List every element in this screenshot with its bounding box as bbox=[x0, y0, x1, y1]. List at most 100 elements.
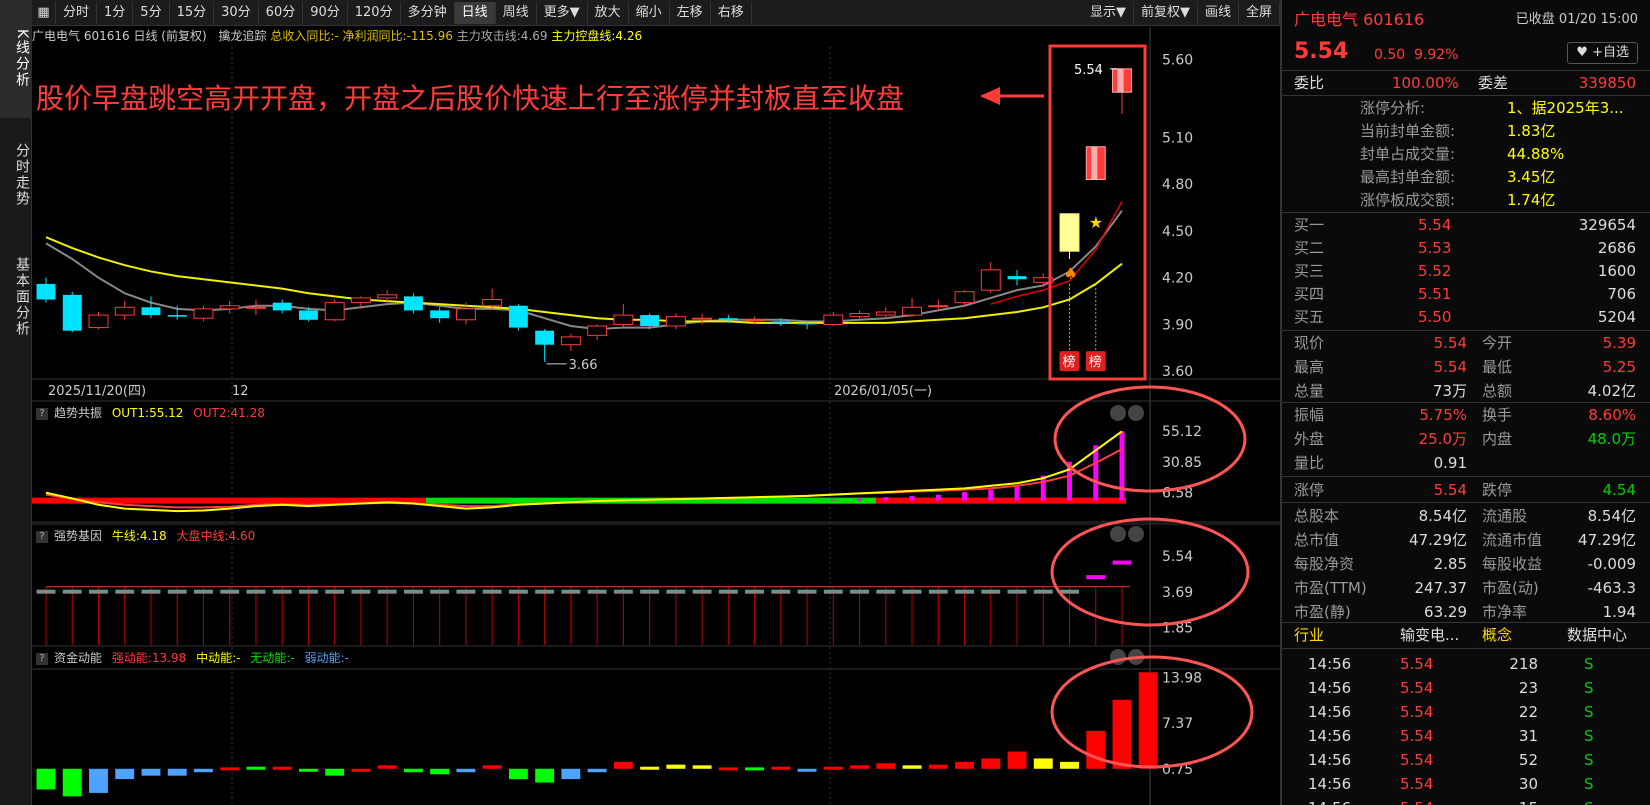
candle[interactable] bbox=[587, 325, 608, 336]
candle[interactable] bbox=[219, 305, 240, 310]
period-button-15[interactable]: 右移 bbox=[711, 1, 752, 24]
candle[interactable] bbox=[377, 294, 398, 299]
candle[interactable] bbox=[350, 297, 371, 304]
quote-label: 涨停 bbox=[1294, 481, 1325, 499]
candle[interactable] bbox=[1007, 276, 1027, 280]
candle[interactable] bbox=[797, 322, 817, 325]
candle[interactable] bbox=[875, 311, 896, 316]
period-button-10[interactable]: 周线 bbox=[496, 1, 537, 24]
candle[interactable] bbox=[403, 296, 423, 311]
quote-value: 8.54亿 bbox=[1587, 507, 1636, 525]
quote-row: 市盈(静) 63.29 市净率 1.94 bbox=[1282, 600, 1650, 624]
industry-tab-2[interactable]: 概念 bbox=[1482, 623, 1512, 647]
date-label: 12 bbox=[232, 384, 249, 399]
tick-volume: 30 bbox=[1518, 775, 1538, 793]
help-icon[interactable]: ? bbox=[36, 530, 48, 543]
gear-icon[interactable] bbox=[1110, 405, 1126, 421]
candle[interactable] bbox=[823, 314, 844, 325]
candle[interactable] bbox=[849, 313, 870, 318]
industry-tab-0[interactable]: 行业 bbox=[1294, 623, 1324, 647]
candle[interactable] bbox=[141, 307, 161, 316]
close-icon[interactable] bbox=[1128, 526, 1144, 542]
period-button-9[interactable]: 日线 bbox=[454, 1, 496, 24]
toolbar-right-button-2[interactable]: 画线 bbox=[1198, 1, 1239, 24]
candle[interactable] bbox=[482, 299, 503, 307]
candle[interactable] bbox=[508, 305, 528, 328]
candle[interactable] bbox=[324, 302, 345, 321]
period-button-12[interactable]: 放大 bbox=[588, 1, 629, 24]
fund-bar bbox=[718, 767, 738, 771]
quote-label: 跌停 bbox=[1482, 481, 1513, 499]
candle[interactable] bbox=[771, 321, 791, 323]
candle[interactable] bbox=[560, 336, 581, 346]
tab-kline-analysis[interactable]: K线分析 bbox=[0, 0, 32, 118]
quote-row: 外盘 25.0万 内盘 48.0万 bbox=[1282, 427, 1650, 451]
candle[interactable] bbox=[114, 306, 135, 316]
candle[interactable] bbox=[744, 319, 765, 322]
candle[interactable] bbox=[665, 316, 686, 327]
period-button-4[interactable]: 30分 bbox=[214, 1, 259, 24]
candle[interactable] bbox=[430, 310, 450, 319]
candle[interactable] bbox=[613, 314, 634, 325]
period-button-5[interactable]: 60分 bbox=[259, 1, 304, 24]
fund-bar bbox=[62, 768, 82, 797]
close-icon[interactable] bbox=[1128, 405, 1144, 421]
candle[interactable] bbox=[640, 315, 660, 327]
candle[interactable] bbox=[272, 302, 292, 311]
chart-area: 广电电气 601616 日线 (前复权) 擒龙追踪 总收入同比:- 净利润同比:… bbox=[32, 27, 1280, 805]
toolbar-right-button-1[interactable]: 前复权▼ bbox=[1134, 1, 1198, 24]
candle[interactable] bbox=[36, 283, 56, 300]
candle[interactable] bbox=[88, 314, 109, 329]
limit-up-label: 涨停板成交额: bbox=[1360, 191, 1456, 209]
gear-icon[interactable] bbox=[1110, 526, 1126, 542]
fund-bar bbox=[771, 766, 791, 770]
trend-bar bbox=[830, 499, 836, 501]
period-button-13[interactable]: 缩小 bbox=[629, 1, 670, 24]
tab-fundamentals[interactable]: 基本面分析 bbox=[0, 232, 32, 362]
candle[interactable] bbox=[902, 306, 922, 316]
candle[interactable] bbox=[980, 269, 1001, 291]
candle[interactable] bbox=[1059, 213, 1080, 252]
tick-side: S bbox=[1584, 796, 1594, 805]
period-button-7[interactable]: 120分 bbox=[348, 1, 401, 24]
tick-time: 14:56 bbox=[1308, 751, 1352, 769]
candle[interactable] bbox=[298, 310, 318, 320]
add-watchlist-button[interactable]: ♥ +自选 bbox=[1567, 42, 1638, 64]
help-icon[interactable]: ? bbox=[36, 407, 48, 420]
fund-bar bbox=[902, 765, 922, 769]
period-button-2[interactable]: 5分 bbox=[133, 1, 170, 24]
tick-side: S bbox=[1584, 655, 1594, 673]
tab-intraday[interactable]: 分时走势 bbox=[0, 120, 32, 230]
gene-bar bbox=[1086, 575, 1106, 580]
toolbar-right-button-0[interactable]: 显示▼ bbox=[1083, 1, 1134, 24]
period-button-11[interactable]: 更多▼ bbox=[537, 1, 588, 24]
candle[interactable] bbox=[718, 318, 738, 320]
bang-badge-label: 榜 bbox=[1063, 354, 1076, 370]
industry-tab-3[interactable]: 数据中心 bbox=[1567, 623, 1627, 647]
industry-tab-1[interactable]: 输变电... bbox=[1400, 623, 1459, 647]
low-price-label: 3.66 bbox=[569, 358, 598, 373]
candle[interactable] bbox=[167, 315, 187, 317]
period-button-1[interactable]: 1分 bbox=[97, 1, 134, 24]
candle[interactable] bbox=[193, 308, 214, 319]
bid-price: 5.54 bbox=[1418, 216, 1452, 234]
period-button-8[interactable]: 多分钟 bbox=[401, 1, 455, 24]
fund-bar bbox=[928, 764, 948, 769]
candle[interactable] bbox=[692, 317, 713, 320]
period-button-3[interactable]: 15分 bbox=[170, 1, 215, 24]
grid-icon[interactable]: ▦ bbox=[32, 1, 56, 24]
candle[interactable] bbox=[954, 291, 975, 304]
candle[interactable] bbox=[928, 305, 949, 308]
period-button-6[interactable]: 90分 bbox=[303, 1, 348, 24]
price-row: 5.54 0.50 9.92% ♥ +自选 bbox=[1282, 40, 1650, 70]
period-button-0[interactable]: 分时 bbox=[56, 1, 98, 24]
help-icon[interactable]: ? bbox=[36, 652, 48, 665]
gene-bar bbox=[62, 589, 82, 594]
candle[interactable] bbox=[455, 308, 476, 321]
candle[interactable] bbox=[535, 330, 555, 345]
fund-bar bbox=[666, 764, 686, 769]
toolbar-right-button-3[interactable]: 全屏 bbox=[1239, 1, 1280, 24]
period-button-14[interactable]: 左移 bbox=[670, 1, 711, 24]
candle[interactable] bbox=[62, 294, 82, 331]
candle[interactable] bbox=[246, 306, 266, 309]
